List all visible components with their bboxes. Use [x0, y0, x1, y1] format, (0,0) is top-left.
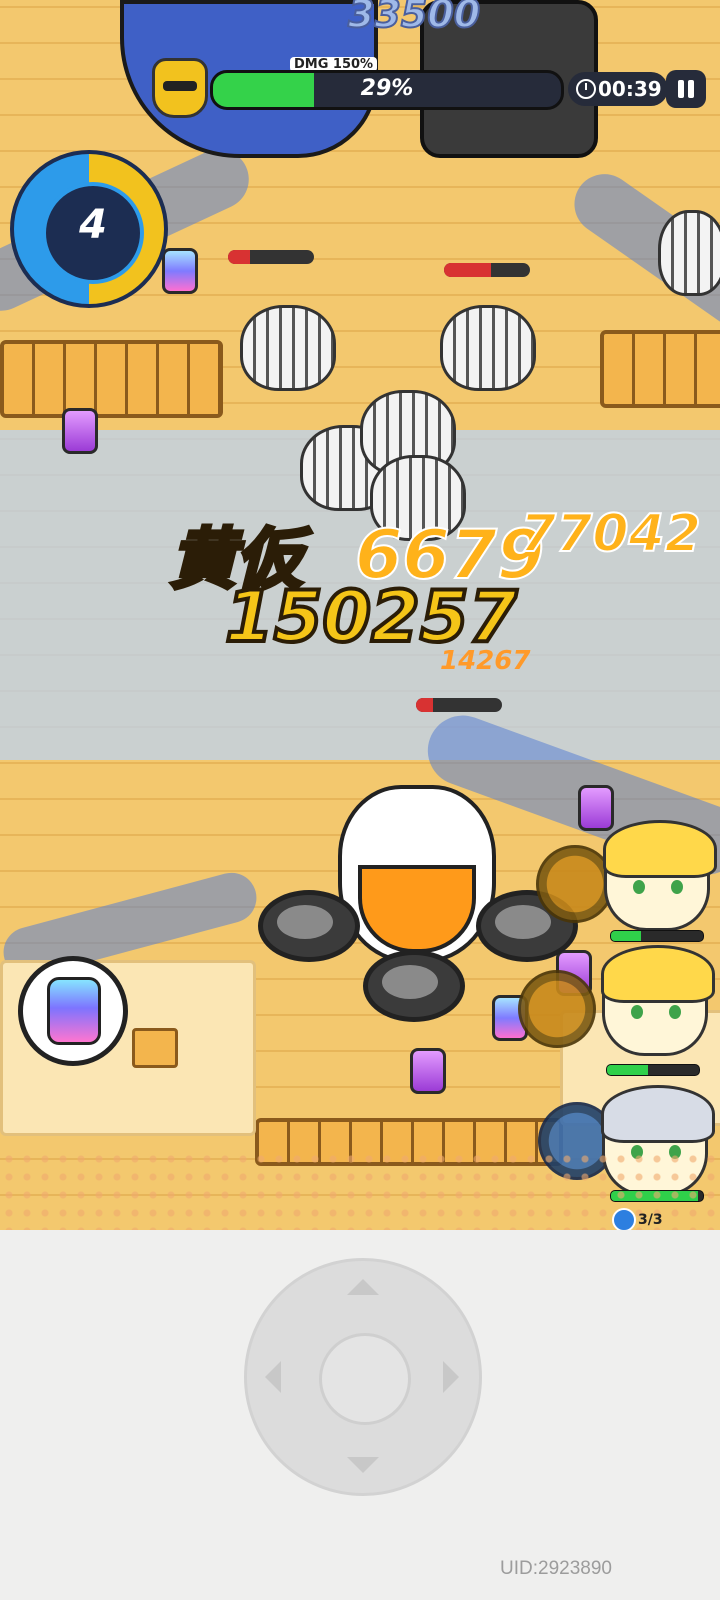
- wave-number: 4: [79, 202, 107, 248]
- wave-dial: 4: [10, 150, 168, 308]
- hero-eyes: [633, 880, 683, 894]
- right-ledge: [600, 330, 720, 408]
- arrow-up-icon: [347, 1279, 379, 1295]
- tiger-enemy: [440, 305, 536, 391]
- arrow-right-icon: [443, 1361, 459, 1393]
- top-score: 33500: [347, 0, 481, 37]
- jar-pickup: [162, 248, 198, 294]
- clover-jar-pickup: [410, 1048, 446, 1094]
- tiger-enemy: [658, 210, 720, 296]
- hero-portrait-1[interactable]: [603, 820, 717, 931]
- hero-hair: [601, 1085, 715, 1143]
- hero-hp-fill-2: [607, 1065, 649, 1075]
- battle-arena: 黄仮 150257 6679 77042 14267 33500 DMG 150…: [0, 0, 720, 1230]
- enemy-hp-bar: [228, 250, 314, 264]
- turret-pad: [363, 950, 465, 1022]
- wave-dial-inner: 4: [42, 182, 144, 284]
- virtual-joystick[interactable]: [244, 1258, 482, 1496]
- clover-jar-pickup: [578, 785, 614, 831]
- crate-pickup: [132, 1028, 178, 1068]
- jar-skill-button[interactable]: [18, 956, 128, 1066]
- boss-hp-percent: 29%: [360, 76, 414, 101]
- left-ledge: [0, 340, 223, 418]
- enemy-hp-fill: [444, 263, 492, 277]
- revive-count: 3/3: [638, 1212, 663, 1228]
- user-id: UID:2923890: [500, 1558, 612, 1579]
- hero-hp-bar-1: [610, 930, 704, 942]
- enemy-hp-bar: [444, 263, 530, 277]
- player-turret: [258, 765, 578, 1022]
- hero-hp-bar-2: [606, 1064, 700, 1076]
- enemy-hp-fill: [228, 250, 250, 264]
- arrow-down-icon: [347, 1457, 379, 1473]
- tiger-enemy: [240, 305, 336, 391]
- hero-eyes: [631, 1005, 681, 1019]
- battle-timer: 00:39: [568, 72, 668, 106]
- hero-portrait-2[interactable]: [601, 945, 715, 1056]
- clover-jar-pickup: [62, 408, 98, 454]
- hero-hair: [603, 820, 717, 878]
- damage-number-small: 14267: [440, 646, 531, 676]
- timer-text: 00:39: [598, 77, 662, 101]
- damage-number-mid: 6679: [354, 516, 545, 595]
- boss-hp-bar: 29%: [210, 70, 564, 110]
- boss-portrait: [152, 58, 208, 118]
- hero-hp-fill-1: [611, 931, 642, 941]
- jar-icon: [47, 977, 101, 1045]
- joystick-knob[interactable]: [319, 1333, 411, 1425]
- hero-hair: [601, 945, 715, 1003]
- turret-pad: [258, 890, 360, 962]
- damage-number-right: 77042: [519, 504, 702, 564]
- enemy-hp-bar: [416, 698, 502, 712]
- pause-button[interactable]: [666, 70, 706, 108]
- clock-icon: [576, 79, 596, 99]
- hero-skill-button-2[interactable]: [518, 970, 596, 1048]
- arrow-left-icon: [265, 1361, 281, 1393]
- revive-icon: [612, 1208, 636, 1230]
- enemy-hp-fill: [416, 698, 434, 712]
- revive-counter: 3/3: [612, 1208, 663, 1230]
